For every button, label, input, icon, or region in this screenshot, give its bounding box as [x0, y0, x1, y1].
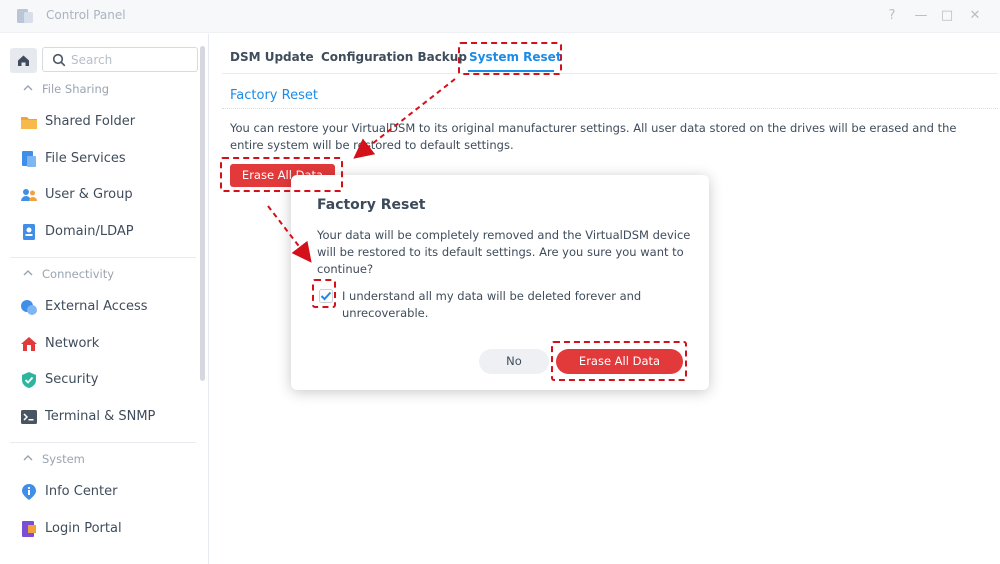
sidebar-scrollbar[interactable] — [200, 46, 205, 381]
sidebar-item-label: External Access — [45, 299, 148, 314]
sidebar-item-label: Shared Folder — [45, 114, 136, 129]
home-icon — [18, 55, 29, 66]
domain-ldap-icon — [23, 224, 35, 240]
section-title: Factory Reset — [230, 88, 318, 103]
checkbox-label[interactable]: I understand all my data will be deleted… — [342, 288, 672, 322]
search-input[interactable] — [71, 51, 191, 69]
help-icon[interactable]: ? — [881, 6, 903, 26]
reset-description: You can restore your VirtualDSM to its o… — [230, 121, 957, 152]
dialog-title: Factory Reset — [317, 197, 426, 213]
sidebar-item-external-access[interactable]: External Access — [0, 292, 200, 322]
sidebar-item-shared-folder[interactable]: Shared Folder — [0, 107, 200, 137]
terminal-icon — [21, 410, 37, 424]
home-button[interactable] — [10, 48, 37, 73]
sidebar-item-label: Domain/LDAP — [45, 224, 134, 239]
tab-configuration-backup[interactable]: Configuration Backup — [321, 50, 467, 64]
sidebar-item-network[interactable]: Network — [0, 329, 200, 359]
divider — [10, 257, 196, 258]
divider — [10, 442, 196, 443]
sidebar-item-label: Login Portal — [45, 521, 122, 536]
divider — [222, 108, 998, 109]
login-portal-icon — [22, 521, 36, 537]
section-connectivity[interactable]: Connectivity — [22, 267, 114, 281]
tab-divider — [222, 73, 998, 74]
control-panel-icon — [17, 9, 33, 23]
section-label: Connectivity — [42, 267, 115, 281]
maximize-icon[interactable]: □ — [936, 6, 958, 26]
sidebar-item-file-services[interactable]: File Services — [0, 144, 200, 174]
annotation-box-system-reset — [458, 42, 562, 75]
tab-dsm-update[interactable]: DSM Update — [230, 50, 314, 64]
title-bar: Control Panel ? — □ ✕ — [0, 0, 1000, 33]
chevron-up-icon — [23, 85, 33, 91]
folder-icon — [21, 117, 37, 129]
sidebar: File Sharing Shared Folder File Services… — [0, 34, 209, 564]
annotation-box-confirm — [551, 341, 687, 381]
sidebar-item-label: File Services — [45, 151, 126, 166]
sidebar-item-label: Security — [45, 372, 99, 387]
section-label: System — [42, 452, 85, 466]
no-button[interactable]: No — [479, 349, 549, 374]
section-system[interactable]: System — [22, 452, 85, 466]
sidebar-item-security[interactable]: Security — [0, 365, 200, 395]
sidebar-item-login-portal[interactable]: Login Portal — [0, 514, 200, 544]
sidebar-item-info-center[interactable]: Info Center — [0, 477, 200, 507]
shield-icon — [22, 372, 36, 388]
close-icon[interactable]: ✕ — [964, 6, 986, 26]
section-label: File Sharing — [42, 82, 110, 96]
user-group-icon — [21, 189, 37, 201]
file-services-icon — [22, 151, 36, 167]
sidebar-item-label: User & Group — [45, 187, 133, 202]
minimize-icon[interactable]: — — [910, 6, 932, 26]
annotation-box-erase-button — [220, 157, 343, 192]
chevron-up-icon — [23, 270, 33, 276]
sidebar-item-label: Info Center — [45, 484, 118, 499]
chevron-up-icon — [23, 455, 33, 461]
annotation-box-checkbox — [312, 279, 336, 308]
section-file-sharing[interactable]: File Sharing — [22, 82, 109, 96]
sidebar-item-terminal-snmp[interactable]: Terminal & SNMP — [0, 402, 200, 432]
sidebar-item-label: Terminal & SNMP — [45, 409, 156, 424]
search-icon — [52, 53, 66, 67]
sidebar-item-domain-ldap[interactable]: Domain/LDAP — [0, 217, 200, 247]
sidebar-item-user-group[interactable]: User & Group — [0, 180, 200, 210]
window-title: Control Panel — [46, 8, 126, 22]
external-access-icon — [21, 300, 37, 315]
search-field[interactable] — [42, 47, 198, 72]
dialog-message: Your data will be completely removed and… — [317, 228, 691, 276]
info-icon — [22, 484, 36, 500]
network-icon — [21, 337, 37, 351]
sidebar-item-label: Network — [45, 336, 100, 351]
